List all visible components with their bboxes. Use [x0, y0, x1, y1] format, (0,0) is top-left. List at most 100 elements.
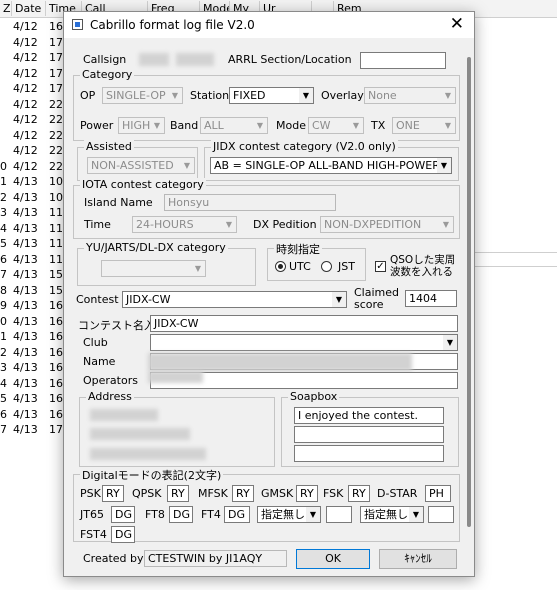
log-row[interactable]: 4/12 173	[0, 66, 70, 82]
assisted-title: Assisted	[84, 140, 134, 153]
address-line2-blurred	[90, 428, 190, 440]
log-row[interactable]: 4/12 221	[0, 128, 70, 144]
jidx-select[interactable]: AB = SINGLE-OP ALL-BAND HIGH-POWER ▼	[210, 157, 452, 174]
fst4-input[interactable]: DG	[111, 526, 135, 543]
custom-mode2-input[interactable]	[428, 506, 454, 523]
mode-label: Mode	[276, 119, 306, 132]
mfsk-label: MFSK	[198, 487, 228, 500]
soapbox-line3-input[interactable]	[294, 445, 444, 462]
log-row[interactable]: 4/12 171	[0, 35, 70, 51]
log-row[interactable]: 8 4/13 154	[0, 283, 70, 299]
log-row-number: 5	[0, 392, 7, 405]
mfsk-input[interactable]: RY	[232, 485, 254, 502]
jst-radio[interactable]	[321, 261, 332, 272]
log-rows: 4/12 163 4/12 171 4/12 173 4/12 173 4/12 173 4/12 2…	[0, 19, 70, 438]
log-row[interactable]: 7 4/13 170	[0, 422, 70, 438]
custom-mode1-input[interactable]	[326, 506, 352, 523]
dialog-scrollbar[interactable]	[467, 57, 471, 527]
time-select[interactable]: 24-HOURS ▼	[132, 216, 237, 233]
power-label: Power	[80, 119, 114, 132]
log-row[interactable]: 4/12 222	[0, 143, 70, 159]
cancel-button[interactable]: ｷｬﾝｾﾙ	[379, 549, 457, 569]
gmsk-input[interactable]: RY	[296, 485, 318, 502]
log-row-date: 4/13	[13, 221, 38, 235]
yu-select[interactable]: ▼	[101, 260, 206, 277]
qso-freq-checkbox[interactable]: ✓	[375, 261, 386, 272]
ft8-input[interactable]: DG	[169, 506, 193, 523]
fsk-input[interactable]: RY	[348, 485, 370, 502]
log-row[interactable]: 4/12 220	[0, 97, 70, 113]
contest-name-input[interactable]: JIDX-CW	[150, 315, 458, 332]
log-row[interactable]: 0 4/13 160	[0, 314, 70, 330]
log-row[interactable]: 4/12 220	[0, 112, 70, 128]
utc-radio[interactable]	[275, 261, 286, 272]
time-zone-title: 時刻指定	[274, 241, 322, 257]
log-row[interactable]: 2 4/13 103	[0, 190, 70, 206]
log-row-number: 1	[0, 330, 7, 343]
log-row[interactable]: 2 4/13 161	[0, 345, 70, 361]
log-row[interactable]: 4 4/13 110	[0, 221, 70, 237]
log-row[interactable]: 4/12 173	[0, 81, 70, 97]
custom-mode1-select[interactable]: 指定無し ▼	[257, 506, 321, 523]
col-header-num[interactable]: Z.	[0, 1, 12, 16]
overlay-select[interactable]: None ▼	[364, 87, 456, 104]
log-row[interactable]: 6 4/13 113	[0, 252, 70, 268]
log-row[interactable]: 0 4/12 222	[0, 159, 70, 175]
log-row[interactable]: 7 4/13 153	[0, 267, 70, 283]
custom-mode2-select[interactable]: 指定無し ▼	[360, 506, 424, 523]
qpsk-input[interactable]: RY	[167, 485, 189, 502]
power-select[interactable]: HIGH ▼	[118, 117, 165, 134]
log-row[interactable]: 4/12 163	[0, 19, 70, 35]
log-row[interactable]: 3 4/13 110	[0, 205, 70, 221]
tx-select[interactable]: ONE ▼	[392, 117, 456, 134]
address-line1-blurred	[90, 409, 158, 421]
ok-button[interactable]: OK	[296, 549, 370, 569]
jst-label: JST	[338, 260, 355, 273]
claimed-score-input[interactable]: 1404	[405, 290, 457, 307]
mode-select[interactable]: CW ▼	[308, 117, 364, 134]
time-label: Time	[84, 218, 111, 231]
log-row[interactable]: 4 4/13 162	[0, 376, 70, 392]
club-select[interactable]: ▼	[150, 334, 458, 351]
island-input[interactable]: Honsyu	[164, 194, 336, 211]
tx-select-value: ONE	[396, 119, 420, 132]
log-row[interactable]: 5 4/13 111	[0, 236, 70, 252]
log-row[interactable]: 1 4/13 102	[0, 174, 70, 190]
log-row[interactable]: 3 4/13 161	[0, 360, 70, 376]
log-row[interactable]: 4/12 173	[0, 50, 70, 66]
log-row-date: 4/13	[13, 376, 38, 390]
section-input[interactable]	[360, 52, 446, 69]
log-row-number: 0	[0, 314, 7, 328]
band-select[interactable]: ALL ▼	[200, 117, 268, 134]
close-icon[interactable]: ✕	[450, 14, 464, 34]
section-label: ARRL Section/Location	[228, 53, 352, 66]
log-row[interactable]: 9 4/13 160	[0, 298, 70, 314]
contest-select[interactable]: JIDX-CW ▼	[122, 291, 347, 308]
log-row[interactable]: 6 4/13 164	[0, 407, 70, 423]
op-select[interactable]: SINGLE-OP ▼	[102, 87, 183, 104]
qso-freq-label-line2: 波数を入れる	[390, 266, 453, 278]
title-bar: Cabrillo format log file V2.0 ✕	[64, 12, 474, 38]
dx-select[interactable]: NON-DXPEDITION ▼	[320, 216, 454, 233]
log-row[interactable]: 5 4/13 163	[0, 391, 70, 407]
log-row-number: 2	[0, 345, 7, 359]
log-row-divider	[470, 266, 557, 267]
psk-label: PSK	[80, 487, 101, 500]
dstar-input[interactable]: PH	[425, 485, 451, 502]
col-header-date[interactable]: Date	[12, 1, 46, 16]
log-row-date: 4/13	[13, 268, 38, 281]
chevron-down-icon: ▼	[443, 335, 457, 350]
ft4-input[interactable]: DG	[224, 506, 250, 523]
ft4-label: FT4	[201, 508, 221, 521]
log-row-date: 4/13	[13, 299, 38, 312]
psk-input[interactable]: RY	[102, 485, 124, 502]
assisted-select[interactable]: NON-ASSISTED ▼	[87, 157, 195, 174]
soapbox-line1-input[interactable]: I enjoyed the contest.	[294, 407, 444, 424]
soapbox-line2-input[interactable]	[294, 426, 444, 443]
log-row[interactable]: 1 4/13 160	[0, 329, 70, 345]
log-row-number: 5	[0, 237, 7, 250]
station-select-value: FIXED	[233, 89, 266, 102]
station-select[interactable]: FIXED ▼	[229, 87, 314, 104]
jt65-input[interactable]: DG	[111, 506, 135, 523]
log-row-date: 4/12	[13, 159, 38, 173]
